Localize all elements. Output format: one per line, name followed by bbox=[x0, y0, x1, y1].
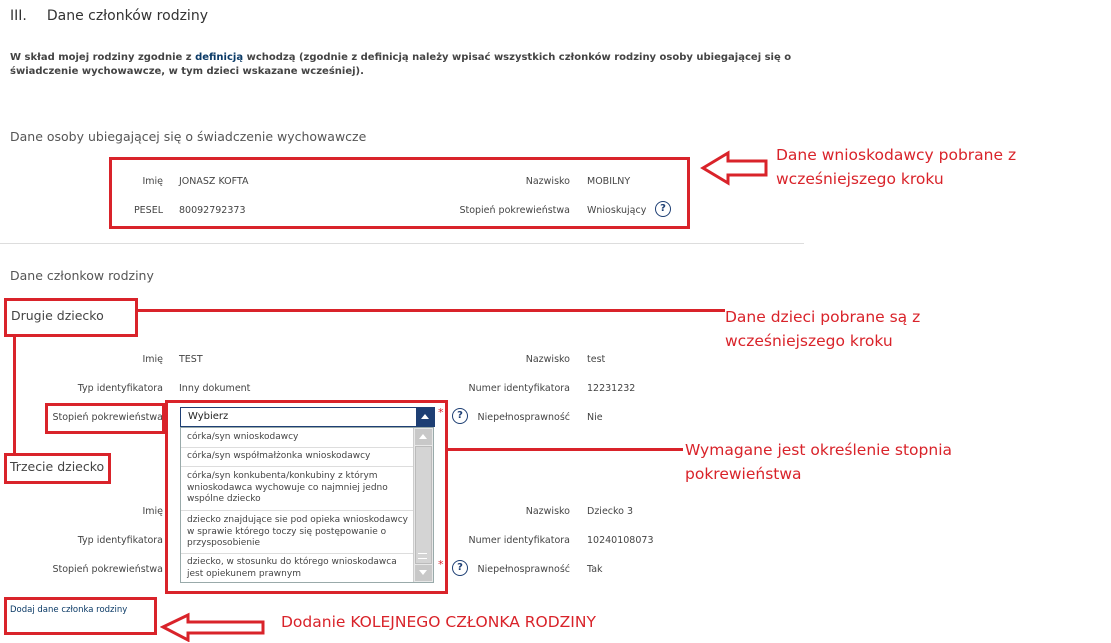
child3-typ-label: Typ identyfikatora bbox=[77, 535, 163, 546]
definition-link[interactable]: definicją bbox=[195, 52, 243, 63]
child2-niepelno-value: Nie bbox=[587, 412, 603, 423]
section-title-text: Dane członków rodziny bbox=[46, 8, 208, 24]
annotation-4: Dodanie KOLEJNEGO CZŁONKA RODZINY bbox=[281, 613, 596, 631]
child3-numer-label: Numer identyfikatora bbox=[468, 535, 570, 546]
child2-imie-label: Imię bbox=[142, 354, 163, 365]
child2-nazwisko-label: Nazwisko bbox=[525, 354, 570, 365]
arrow-left-icon bbox=[160, 612, 265, 642]
annotation-box-child2 bbox=[4, 298, 138, 337]
annotation-2-text: Dane dzieci pobrane są z wcześniejszego … bbox=[725, 308, 921, 350]
annotation-3-text: Wymagane jest określenie stopnia pokrewi… bbox=[685, 441, 953, 483]
annotation-2: Dane dzieci pobrane są z wcześniejszego … bbox=[725, 305, 945, 353]
intro-before: W skład mojej rodziny zgodnie z bbox=[10, 52, 196, 63]
child3-numer-value: 10240108073 bbox=[587, 535, 654, 546]
help-icon[interactable]: ? bbox=[452, 408, 468, 424]
child3-imie-label: Imię bbox=[142, 506, 163, 517]
child2-typ-value: Inny dokument bbox=[179, 383, 251, 394]
child2-nazwisko-value: test bbox=[587, 354, 606, 365]
help-icon[interactable]: ? bbox=[452, 560, 468, 576]
child2-numer-value: 12231232 bbox=[587, 383, 636, 394]
child3-stopien-label: Stopień pokrewieństwa bbox=[52, 564, 163, 575]
section-title: III. Dane członków rodziny bbox=[10, 8, 208, 24]
annotation-3: Wymagane jest określenie stopnia pokrewi… bbox=[685, 438, 975, 486]
annotation-1: Dane wnioskodawcy pobrane z wcześniejsze… bbox=[776, 143, 1038, 191]
child3-nazwisko-value: Dziecko 3 bbox=[587, 506, 634, 517]
divider bbox=[0, 243, 804, 244]
annotation-line bbox=[137, 309, 725, 312]
annotation-line bbox=[448, 448, 683, 451]
child2-imie-value: TEST bbox=[179, 354, 203, 365]
annotation-box-add-member bbox=[4, 597, 157, 635]
applicant-heading: Dane osoby ubiegającej się o świadczenie… bbox=[10, 129, 367, 144]
annotation-box-dropdown bbox=[165, 400, 448, 594]
annotation-line bbox=[13, 337, 16, 455]
arrow-left-icon bbox=[700, 150, 768, 186]
family-heading: Dane członkow rodziny bbox=[10, 268, 154, 283]
section-number: III. bbox=[10, 8, 27, 24]
child3-niepelno-label: Niepełnosprawność bbox=[477, 564, 570, 575]
child2-numer-label: Numer identyfikatora bbox=[468, 383, 570, 394]
child3-nazwisko-label: Nazwisko bbox=[525, 506, 570, 517]
child2-typ-label: Typ identyfikatora bbox=[77, 383, 163, 394]
child3-niepelno-value: Tak bbox=[587, 564, 603, 575]
intro-text: W skład mojej rodziny zgodnie z definicj… bbox=[10, 51, 800, 79]
annotation-box-stopien-label bbox=[45, 403, 165, 434]
annotation-box-applicant bbox=[109, 157, 690, 229]
child2-niepelno-label: Niepełnosprawność bbox=[477, 412, 570, 423]
annotation-box-child3 bbox=[4, 453, 111, 484]
annotation-1-text: Dane wnioskodawcy pobrane z wcześniejsze… bbox=[776, 146, 1017, 188]
